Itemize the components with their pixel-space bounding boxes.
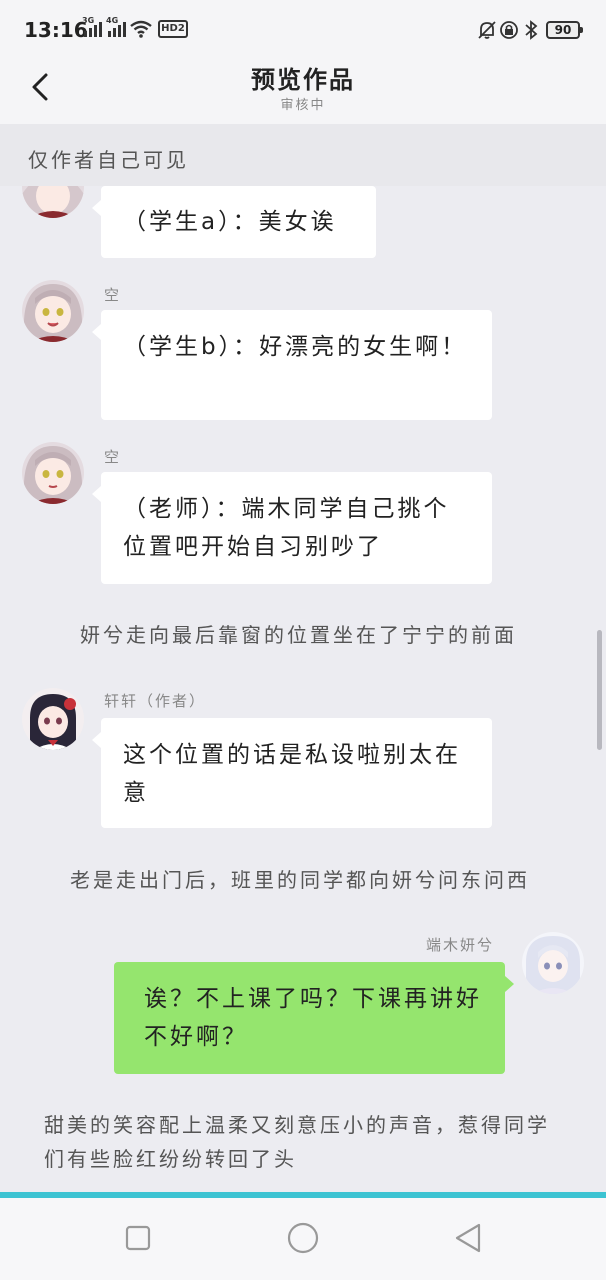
avatar[interactable] bbox=[522, 932, 584, 994]
status-bar: 13:16 3G 4G HD2 90 bbox=[0, 0, 606, 60]
hd-voice-icon: HD2 bbox=[158, 20, 188, 38]
narration-text: 甜美的笑容配上温柔又刻意压小的声音，惹得同学们有些脸红纷纷转回了头 bbox=[44, 1113, 550, 1171]
character-avatar-icon bbox=[22, 442, 84, 504]
avatar[interactable] bbox=[22, 280, 84, 342]
page-header: 预览作品 审核中 bbox=[0, 60, 606, 124]
navigation-bar bbox=[0, 1198, 606, 1280]
chat-area[interactable]: （学生a）：美女诶 空 （学生b）：好漂亮的女生啊！ 空 （老师）：端木同学自己 bbox=[0, 186, 606, 1194]
character-avatar-icon bbox=[22, 186, 84, 218]
visibility-banner: 仅作者自己可见 bbox=[0, 124, 606, 186]
bell-off-icon bbox=[478, 21, 496, 39]
sender-name: 轩轩（作者） bbox=[104, 692, 207, 710]
scrollbar[interactable] bbox=[597, 630, 602, 750]
message-bubble[interactable]: （学生a）：美女诶 bbox=[92, 186, 376, 258]
avatar[interactable] bbox=[22, 688, 84, 750]
message-bubble[interactable]: （学生b）：好漂亮的女生啊！ bbox=[92, 310, 492, 420]
avatar[interactable] bbox=[22, 186, 84, 218]
battery-icon: 90 bbox=[546, 21, 583, 39]
character-avatar-icon bbox=[522, 932, 584, 994]
visibility-text: 仅作者自己可见 bbox=[28, 148, 189, 172]
bluetooth-icon bbox=[525, 20, 538, 40]
own-message-bubble[interactable]: 诶？不上课了吗？下课再讲好不好啊？ bbox=[114, 962, 514, 1074]
circle-icon[interactable] bbox=[285, 1220, 321, 1256]
sender-name: 端木妍兮 bbox=[426, 936, 495, 954]
status-time: 13:16 bbox=[24, 18, 88, 42]
do-not-disturb-icon bbox=[500, 21, 518, 39]
message-bubble[interactable]: （老师）：端木同学自己挑个位置吧开始自习别吵了 bbox=[92, 472, 492, 584]
avatar[interactable] bbox=[22, 442, 84, 504]
sender-name: 空 bbox=[104, 286, 122, 304]
message-bubble[interactable]: 这个位置的话是私设啦别太在意 bbox=[92, 718, 492, 828]
sender-name: 空 bbox=[104, 448, 122, 466]
triangle-back-icon[interactable] bbox=[451, 1220, 487, 1256]
narration-text: 妍兮走向最后靠窗的位置坐在了宁宁的前面 bbox=[80, 623, 517, 647]
review-status: 审核中 bbox=[280, 98, 326, 113]
author-avatar-icon bbox=[22, 688, 84, 750]
square-icon[interactable] bbox=[120, 1220, 156, 1256]
character-avatar-icon bbox=[22, 280, 84, 342]
page-title: 预览作品 bbox=[251, 66, 355, 94]
narration-text: 老是走出门后，班里的同学都向妍兮问东问西 bbox=[70, 868, 530, 892]
wifi-icon bbox=[130, 20, 152, 38]
